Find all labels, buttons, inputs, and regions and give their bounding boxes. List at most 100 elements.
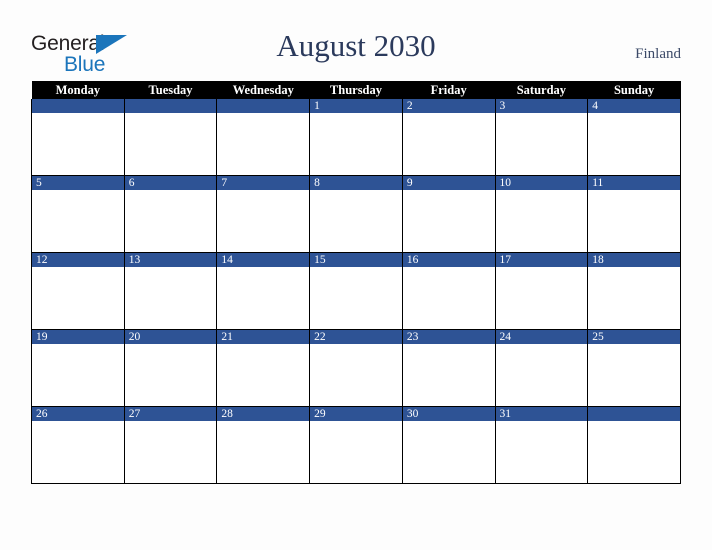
day-cell[interactable]: 21 xyxy=(216,329,311,407)
day-event-area[interactable] xyxy=(402,113,495,175)
day-event-area[interactable] xyxy=(310,344,402,406)
day-cell[interactable]: 18 xyxy=(587,252,681,330)
day-number: 14 xyxy=(217,253,310,267)
day-event-area[interactable] xyxy=(495,113,588,175)
day-number: 30 xyxy=(402,407,495,421)
day-number: 8 xyxy=(310,176,402,190)
calendar-week-row: 19 20 21 22 23 24 25 xyxy=(31,329,681,407)
day-cell[interactable]: 17 xyxy=(494,252,589,330)
triangle-icon xyxy=(96,35,127,54)
day-event-area[interactable] xyxy=(124,190,217,252)
day-cell[interactable] xyxy=(31,99,125,176)
day-cell[interactable] xyxy=(587,406,681,484)
day-event-area[interactable] xyxy=(310,421,402,483)
day-event-area[interactable] xyxy=(217,421,310,483)
day-event-area[interactable] xyxy=(32,113,124,175)
day-number: 19 xyxy=(32,330,124,344)
day-number: 18 xyxy=(588,253,680,267)
day-event-area[interactable] xyxy=(124,113,217,175)
day-event-area[interactable] xyxy=(588,267,680,329)
day-cell[interactable]: 30 xyxy=(401,406,496,484)
day-cell[interactable]: 19 xyxy=(31,329,125,407)
day-cell[interactable]: 12 xyxy=(31,252,125,330)
day-cell[interactable]: 26 xyxy=(31,406,125,484)
day-cell[interactable]: 4 xyxy=(587,99,681,176)
day-event-area[interactable] xyxy=(310,113,402,175)
day-number: 17 xyxy=(495,253,588,267)
day-cell[interactable]: 29 xyxy=(309,406,403,484)
day-event-area[interactable] xyxy=(217,190,310,252)
day-number: 3 xyxy=(495,99,588,113)
day-number: 2 xyxy=(402,99,495,113)
day-number: 31 xyxy=(495,407,588,421)
day-cell[interactable]: 25 xyxy=(587,329,681,407)
day-event-area[interactable] xyxy=(310,190,402,252)
day-number: 1 xyxy=(310,99,402,113)
day-cell[interactable] xyxy=(216,99,311,176)
day-event-area[interactable] xyxy=(495,421,588,483)
day-event-area[interactable] xyxy=(402,344,495,406)
day-cell[interactable]: 8 xyxy=(309,175,403,253)
brand-logo[interactable]: General Blue xyxy=(31,32,141,78)
calendar-week-row: 26 27 28 29 30 31 xyxy=(31,406,681,484)
day-event-area[interactable] xyxy=(495,344,588,406)
day-cell[interactable]: 13 xyxy=(123,252,218,330)
day-cell[interactable]: 15 xyxy=(309,252,403,330)
day-cell[interactable]: 5 xyxy=(31,175,125,253)
day-event-area[interactable] xyxy=(588,190,680,252)
day-cell[interactable]: 27 xyxy=(123,406,218,484)
day-event-area[interactable] xyxy=(402,267,495,329)
day-event-area[interactable] xyxy=(402,421,495,483)
day-number: 6 xyxy=(124,176,217,190)
day-cell[interactable]: 10 xyxy=(494,175,589,253)
day-cell[interactable]: 23 xyxy=(401,329,496,407)
day-event-area[interactable] xyxy=(124,421,217,483)
weekday-header-sunday: Sunday xyxy=(587,81,681,99)
day-event-area[interactable] xyxy=(588,113,680,175)
day-event-area[interactable] xyxy=(310,267,402,329)
day-event-area[interactable] xyxy=(32,190,124,252)
day-event-area[interactable] xyxy=(32,421,124,483)
day-cell[interactable]: 9 xyxy=(401,175,496,253)
day-cell[interactable]: 14 xyxy=(216,252,311,330)
day-number: 11 xyxy=(588,176,680,190)
day-cell[interactable]: 6 xyxy=(123,175,218,253)
day-cell[interactable]: 1 xyxy=(309,99,403,176)
day-cell[interactable]: 28 xyxy=(216,406,311,484)
day-event-area[interactable] xyxy=(32,267,124,329)
day-event-area[interactable] xyxy=(588,421,680,483)
day-number xyxy=(124,99,217,113)
day-cell[interactable]: 31 xyxy=(494,406,589,484)
day-cell[interactable]: 24 xyxy=(494,329,589,407)
day-cell[interactable] xyxy=(123,99,218,176)
day-cell[interactable]: 11 xyxy=(587,175,681,253)
day-event-area[interactable] xyxy=(124,267,217,329)
day-cell[interactable]: 3 xyxy=(494,99,589,176)
day-cell[interactable]: 7 xyxy=(216,175,311,253)
day-number: 9 xyxy=(402,176,495,190)
day-event-area[interactable] xyxy=(217,344,310,406)
calendar-week-row: 12 13 14 15 16 17 18 xyxy=(31,252,681,330)
day-number: 21 xyxy=(217,330,310,344)
day-number: 28 xyxy=(217,407,310,421)
weekday-header-wednesday: Wednesday xyxy=(216,81,310,99)
day-cell[interactable]: 2 xyxy=(401,99,496,176)
day-event-area[interactable] xyxy=(217,267,310,329)
day-event-area[interactable] xyxy=(402,190,495,252)
day-event-area[interactable] xyxy=(588,344,680,406)
day-number: 27 xyxy=(124,407,217,421)
day-cell[interactable]: 20 xyxy=(123,329,218,407)
day-event-area[interactable] xyxy=(217,113,310,175)
day-number: 29 xyxy=(310,407,402,421)
day-event-area[interactable] xyxy=(32,344,124,406)
day-event-area[interactable] xyxy=(495,267,588,329)
day-event-area[interactable] xyxy=(495,190,588,252)
day-number xyxy=(32,99,124,113)
day-number: 13 xyxy=(124,253,217,267)
day-number: 10 xyxy=(495,176,588,190)
day-event-area[interactable] xyxy=(124,344,217,406)
day-cell[interactable]: 22 xyxy=(309,329,403,407)
day-number: 20 xyxy=(124,330,217,344)
country-label: Finland xyxy=(635,46,681,62)
day-cell[interactable]: 16 xyxy=(401,252,496,330)
